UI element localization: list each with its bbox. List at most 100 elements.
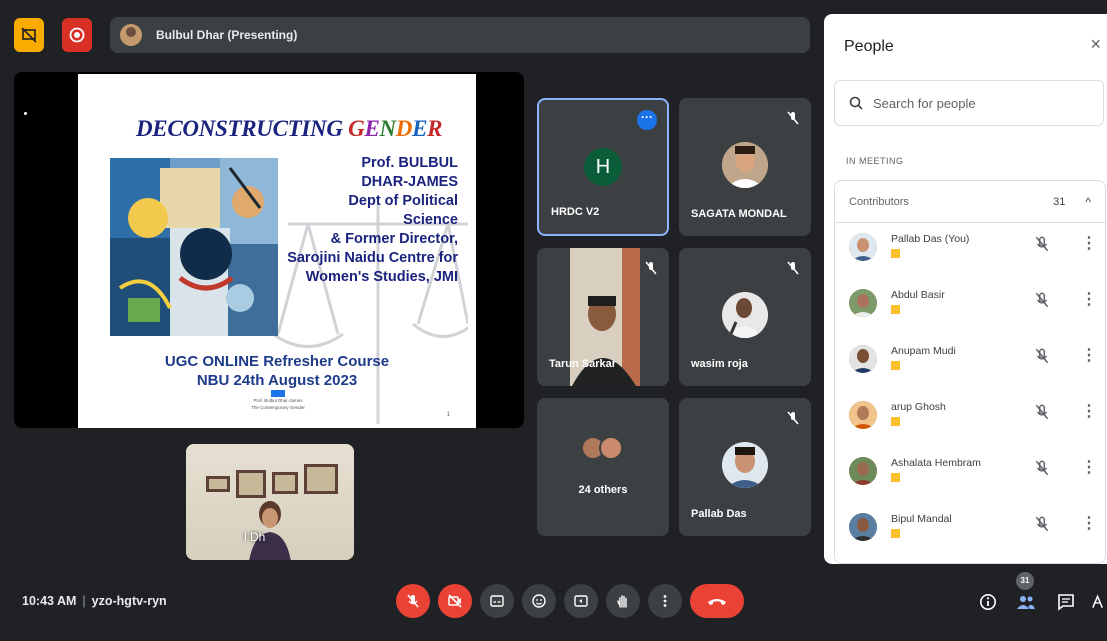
- chevron-up-icon[interactable]: ^: [1085, 195, 1091, 209]
- mic-off-icon[interactable]: [1033, 347, 1051, 365]
- participant-list-item[interactable]: Ashalata Hembram ⋮: [835, 447, 1105, 503]
- leave-call-button[interactable]: [690, 584, 744, 618]
- info-icon: [980, 594, 996, 610]
- slide-title: DECONSTRUCTING GENDER: [136, 116, 443, 142]
- participant-avatar: [849, 345, 877, 373]
- mic-off-icon[interactable]: [1033, 515, 1051, 533]
- contributor-badge: [891, 249, 900, 258]
- contributor-badge: [891, 473, 900, 482]
- contributors-label: Contributors: [849, 195, 909, 208]
- participant-tile-sagata[interactable]: SAGATA MONDAL: [679, 98, 811, 236]
- search-placeholder: Search for people: [873, 95, 976, 111]
- participant-avatar: [849, 457, 877, 485]
- more-options-icon[interactable]: ⋮: [1081, 289, 1097, 309]
- meeting-time: 10:43 AM: [22, 594, 77, 608]
- participant-avatar: [722, 292, 768, 338]
- more-options-icon[interactable]: ⋮: [1081, 233, 1097, 253]
- contributors-header[interactable]: Contributors 31 ^: [835, 181, 1105, 223]
- abstract-faces-painting: [110, 158, 278, 336]
- wall-picture-frame: [206, 476, 230, 492]
- slide-course-info: UGC ONLINE Refresher Course NBU 24th Aug…: [78, 352, 476, 390]
- participant-list-item[interactable]: Pallab Das (You) ⋮: [835, 223, 1105, 279]
- activities-button[interactable]: [1090, 590, 1107, 614]
- participant-tile-others[interactable]: 24 others: [537, 398, 669, 536]
- participant-avatar: [722, 442, 768, 488]
- participant-avatar: [849, 289, 877, 317]
- participant-avatar: [599, 436, 623, 460]
- people-button[interactable]: 31: [1014, 572, 1038, 614]
- participant-list-name: Pallab Das (You): [891, 233, 970, 245]
- microphone-toggle-button[interactable]: [396, 584, 430, 618]
- participant-list-name: Ashalata Hembram: [891, 457, 981, 469]
- participant-name: wasim roja: [691, 358, 748, 370]
- chat-icon: [1058, 594, 1074, 611]
- mic-off-icon: [787, 411, 799, 425]
- people-panel: People × Search for people IN MEETING Co…: [824, 14, 1107, 564]
- presentation-toggle-button[interactable]: [14, 18, 44, 52]
- participant-tile-pallab[interactable]: Pallab Das: [679, 398, 811, 536]
- chat-button[interactable]: [1054, 590, 1078, 614]
- more-options-icon[interactable]: ⋮: [1081, 457, 1097, 477]
- close-icon[interactable]: ×: [1090, 34, 1101, 55]
- presentation-slide: DECONSTRUCTING GENDER Prof. BULBUL DHAR-…: [78, 74, 476, 428]
- presenting-chip[interactable]: Bulbul Dhar (Presenting): [110, 17, 810, 53]
- side-panel-toggles: 31: [976, 572, 1107, 624]
- emoji-icon: [532, 594, 546, 608]
- participant-list-name: Bipul Mandal: [891, 513, 952, 525]
- slide-footer-text: Prof. Bulbul Dhar-James The Contemporary…: [198, 390, 358, 411]
- more-vert-icon: [663, 595, 667, 607]
- more-options-icon[interactable]: ⋮: [1081, 513, 1097, 533]
- slide-title-letter: G: [348, 116, 365, 141]
- mic-off-icon[interactable]: [1033, 403, 1051, 421]
- participant-avatar: [722, 142, 768, 188]
- more-options-button[interactable]: [648, 584, 682, 618]
- presentation-off-icon: [21, 27, 37, 43]
- participant-name: Pallab Das: [691, 508, 747, 520]
- participant-avatar: [849, 513, 877, 541]
- reactions-button[interactable]: [522, 584, 556, 618]
- mic-off-icon[interactable]: [1033, 459, 1051, 477]
- presenter-avatar: [120, 24, 142, 46]
- mic-off-icon[interactable]: [1033, 291, 1051, 309]
- panel-title: People: [844, 38, 894, 55]
- captions-button[interactable]: [480, 584, 514, 618]
- meeting-info-separator: |: [82, 594, 86, 608]
- mic-off-icon: [407, 594, 419, 608]
- contributor-badge: [891, 417, 900, 426]
- participant-list-item[interactable]: Abdul Basir ⋮: [835, 279, 1105, 335]
- present-screen-icon: [574, 595, 588, 607]
- participant-list-item[interactable]: Anupam Mudi ⋮: [835, 335, 1105, 391]
- call-controls: [396, 584, 744, 620]
- camera-toggle-button[interactable]: [438, 584, 472, 618]
- recording-button[interactable]: [62, 18, 92, 52]
- wall-picture-frame: [272, 472, 298, 494]
- slide-title-part1: DECONSTRUCTING: [136, 116, 349, 141]
- search-icon: [849, 96, 863, 110]
- others-avatar-stack: [581, 436, 625, 462]
- participant-tile-tarun[interactable]: Tarun Sarkar: [537, 248, 669, 386]
- more-options-icon[interactable]: ⋮: [1081, 401, 1097, 421]
- meeting-details-button[interactable]: [976, 590, 1000, 614]
- wall-picture-frame: [236, 470, 266, 498]
- raise-hand-button[interactable]: [606, 584, 640, 618]
- slide-page-number: 1: [446, 412, 450, 418]
- participant-avatar: [849, 233, 877, 261]
- slide-small-line1: Prof. Bulbul Dhar-James: [253, 398, 303, 403]
- top-bar: Bulbul Dhar (Presenting): [10, 14, 810, 56]
- participant-tile-hrdc[interactable]: ··· H HRDC V2: [537, 98, 669, 236]
- mic-off-icon[interactable]: [1033, 235, 1051, 253]
- participant-name: HRDC V2: [551, 206, 600, 218]
- presentation-stage[interactable]: DECONSTRUCTING GENDER Prof. BULBUL DHAR-…: [14, 72, 524, 428]
- more-options-icon[interactable]: ···: [637, 110, 657, 130]
- more-options-icon[interactable]: ⋮: [1081, 345, 1097, 365]
- presenter-video-figure: [249, 501, 291, 560]
- participant-list-item[interactable]: arup Ghosh ⋮: [835, 391, 1105, 447]
- participant-list-item[interactable]: Bipul Mandal ⋮: [835, 503, 1105, 559]
- self-view-tile[interactable]: l Dh: [186, 444, 354, 560]
- present-screen-button[interactable]: [564, 584, 598, 618]
- record-icon: [69, 27, 85, 43]
- slide-presenter-info: Prof. BULBUL DHAR-JAMES Dept of Politica…: [287, 155, 458, 285]
- participant-tile-wasim[interactable]: wasim roja: [679, 248, 811, 386]
- participant-avatar: [849, 401, 877, 429]
- search-input[interactable]: Search for people: [834, 80, 1104, 126]
